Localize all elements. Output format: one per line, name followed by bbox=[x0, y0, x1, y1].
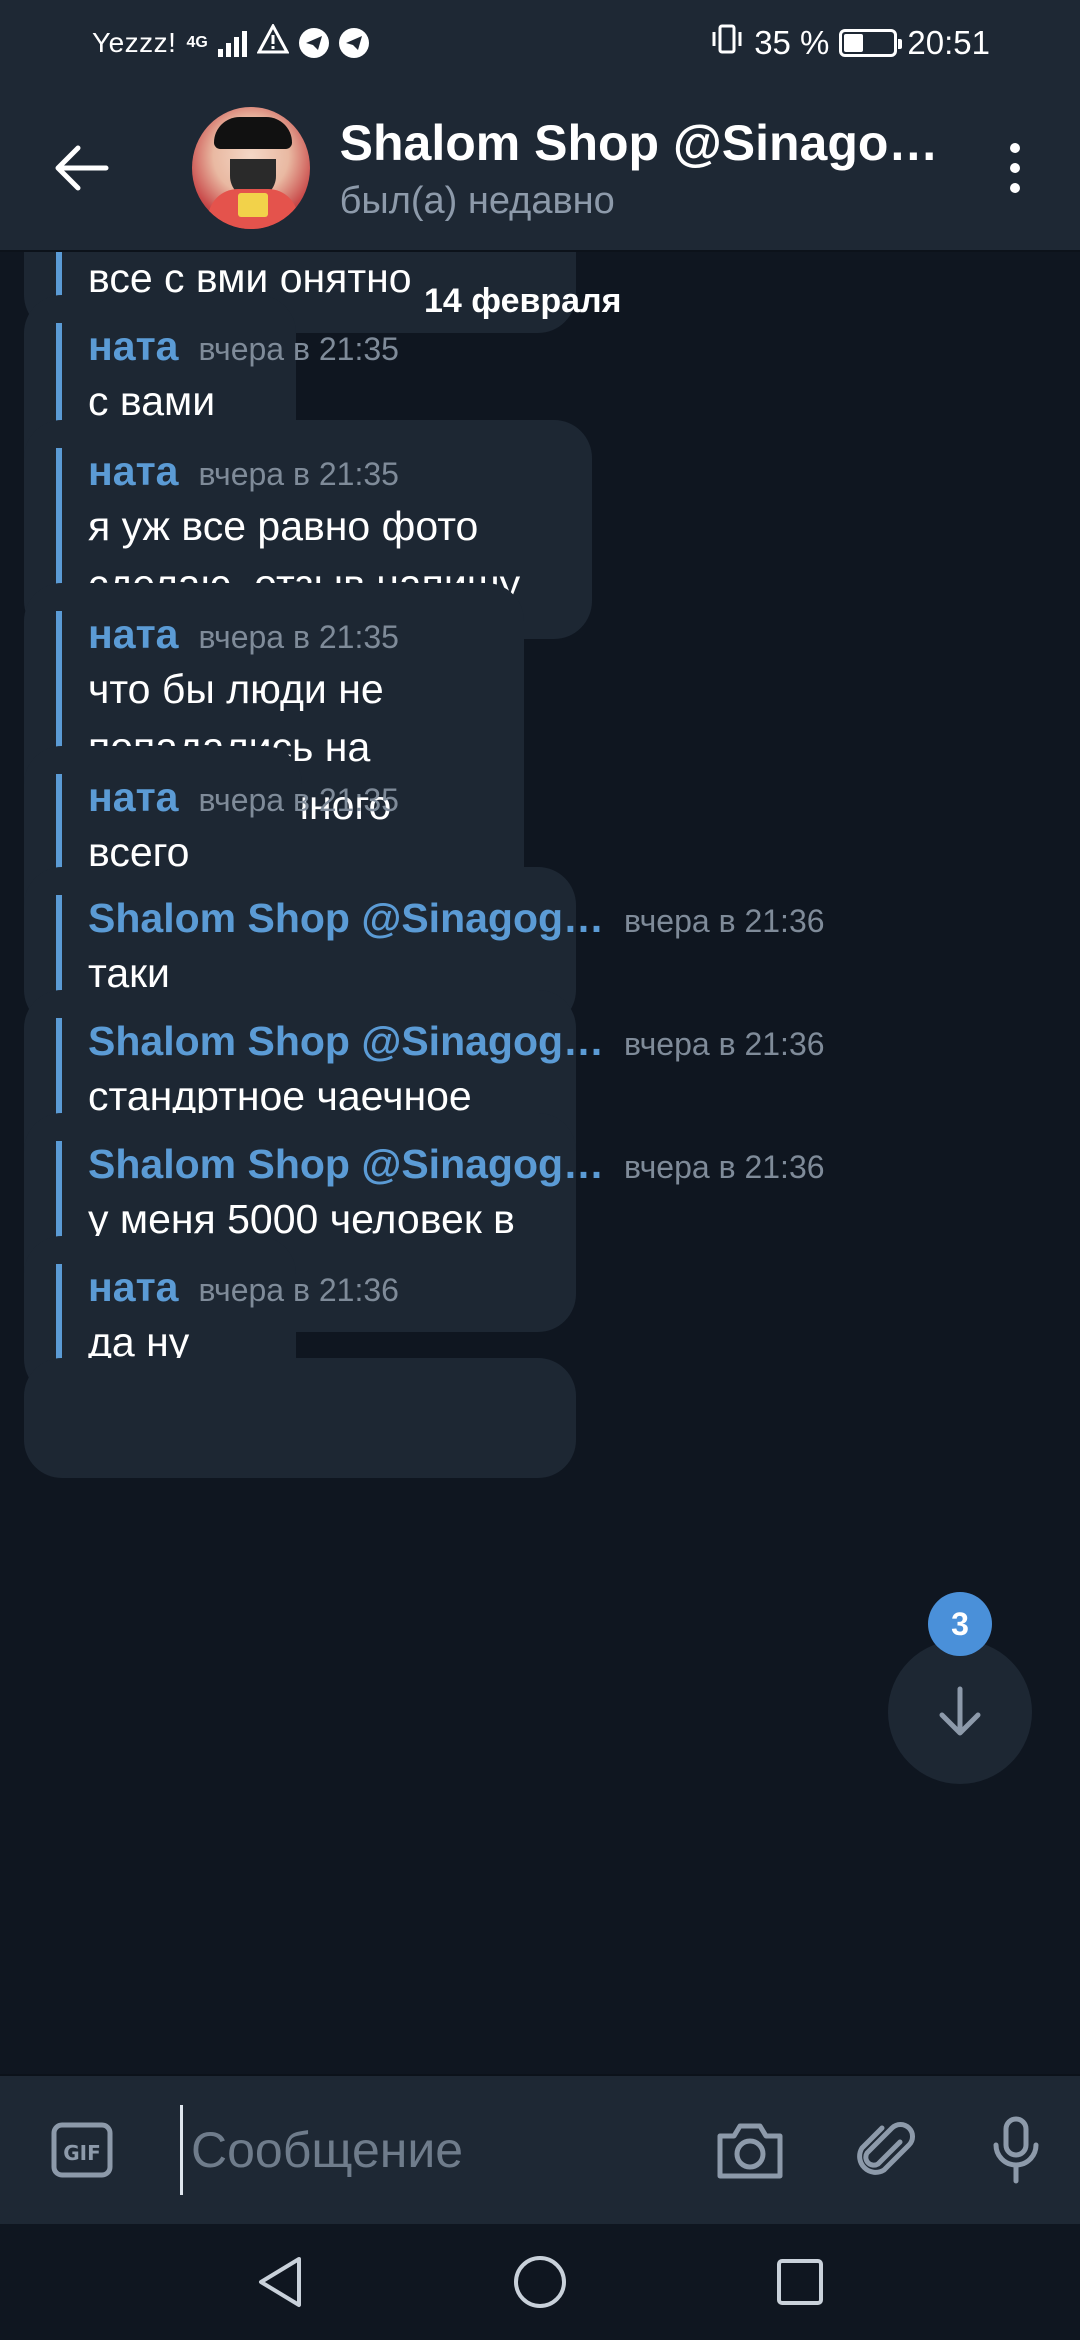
message-time: вчера в 21:35 bbox=[198, 782, 399, 818]
more-options-button[interactable] bbox=[977, 108, 1054, 228]
system-navigation-bar bbox=[0, 2224, 1080, 2340]
battery-percent: 35 % bbox=[754, 24, 830, 61]
vibrate-icon bbox=[710, 23, 744, 63]
status-right: 35 % 20:51 bbox=[710, 23, 990, 63]
nav-recents-button[interactable] bbox=[760, 2242, 840, 2322]
nav-home-button[interactable] bbox=[500, 2242, 580, 2322]
carrier-name: Yezzz! bbox=[92, 27, 177, 58]
square-recents-icon bbox=[777, 2259, 823, 2305]
chat-info[interactable]: Shalom Shop @Sinago… был(а) недавно bbox=[340, 114, 977, 223]
paperclip-icon bbox=[857, 2122, 915, 2175]
sender-name: ната bbox=[88, 611, 179, 657]
chat-header: Shalom Shop @Sinago… был(а) недавно bbox=[0, 86, 1080, 252]
sender-name: ната bbox=[88, 323, 179, 369]
message-time: вчера в 21:36 bbox=[624, 1149, 825, 1185]
gif-icon: GIF bbox=[51, 2122, 113, 2178]
status-left: Yezzz! 4G bbox=[92, 22, 369, 62]
message-header: Shalom Shop @Sinagog… вчера в 21:36 bbox=[88, 1141, 825, 1188]
battery-icon bbox=[839, 29, 903, 57]
message-header: ната вчера в 21:35 bbox=[88, 323, 399, 370]
arrow-down-icon bbox=[939, 1686, 981, 1736]
arrow-left-icon bbox=[55, 145, 109, 191]
message-input[interactable] bbox=[180, 2105, 660, 2195]
message-header: Shalom Shop @Sinagog… вчера в 21:36 bbox=[88, 895, 825, 942]
message-header: ната вчера в 21:35 bbox=[88, 611, 492, 658]
message-header: ната вчера в 21:35 bbox=[88, 448, 560, 495]
message-header: ната вчера в 21:36 bbox=[88, 1264, 399, 1311]
quote-block: ната вчера в 21:36 да ну bbox=[56, 1264, 399, 1371]
message-list[interactable]: Shalom Shop @Sinagog…вчера в 21:35все с … bbox=[0, 252, 1080, 2074]
message-time: вчера в 21:35 bbox=[198, 619, 399, 655]
attach-button[interactable] bbox=[836, 2100, 936, 2200]
gif-button[interactable]: GIF bbox=[32, 2100, 132, 2200]
back-button[interactable] bbox=[24, 108, 140, 228]
chat-title: Shalom Shop @Sinago… bbox=[339, 114, 939, 171]
status-bar: Yezzz! 4G 35 % 20:51 bbox=[0, 0, 1080, 86]
sender-name: ната bbox=[88, 448, 179, 494]
message-time: вчера в 21:36 bbox=[624, 1026, 825, 1062]
message-bubble-partial[interactable] bbox=[24, 1358, 576, 1478]
nav-back-button[interactable] bbox=[240, 2242, 320, 2322]
telegram-icon bbox=[338, 28, 369, 58]
sender-name: ната bbox=[88, 774, 179, 820]
message-header: ната вчера в 21:35 bbox=[88, 774, 399, 821]
message-time: вчера в 21:36 bbox=[624, 903, 825, 939]
chat-status: был(а) недавно bbox=[339, 179, 615, 222]
triangle-back-icon bbox=[259, 2257, 301, 2307]
sender-name: ната bbox=[88, 1264, 179, 1310]
message-time: вчера в 21:35 bbox=[198, 456, 399, 492]
message-header: Shalom Shop @Sinagog… вчера в 21:36 bbox=[88, 1018, 825, 1065]
circle-home-icon bbox=[514, 2256, 566, 2308]
voice-button[interactable] bbox=[966, 2100, 1066, 2200]
svg-text:GIF: GIF bbox=[63, 2141, 101, 2165]
microphone-icon bbox=[993, 2116, 1039, 2184]
warning-icon bbox=[256, 22, 290, 62]
signal-icon bbox=[217, 29, 247, 57]
telegram-icon bbox=[298, 28, 329, 58]
more-vertical-icon bbox=[1010, 143, 1021, 193]
unread-badge: 3 bbox=[928, 1592, 992, 1656]
quote-block: Shalom Shop @Sinagog… вчера в 21:36 таки bbox=[56, 895, 825, 1002]
message-composer: GIF bbox=[0, 2074, 1080, 2224]
sender-name: Shalom Shop @Sinagog… bbox=[88, 895, 605, 941]
clock: 20:51 bbox=[907, 24, 990, 61]
date-separator: 14 февраля bbox=[424, 282, 622, 320]
avatar[interactable] bbox=[191, 107, 310, 229]
message-time: вчера в 21:36 bbox=[198, 1272, 399, 1308]
sender-name: Shalom Shop @Sinagog… bbox=[88, 1018, 605, 1064]
camera-icon bbox=[717, 2123, 783, 2179]
camera-button[interactable] bbox=[700, 2100, 800, 2200]
sender-name: Shalom Shop @Sinagog… bbox=[88, 1141, 605, 1187]
scroll-down-button[interactable] bbox=[888, 1640, 1032, 1784]
message-time: вчера в 21:35 bbox=[198, 331, 399, 367]
network-type: 4G bbox=[186, 34, 208, 51]
